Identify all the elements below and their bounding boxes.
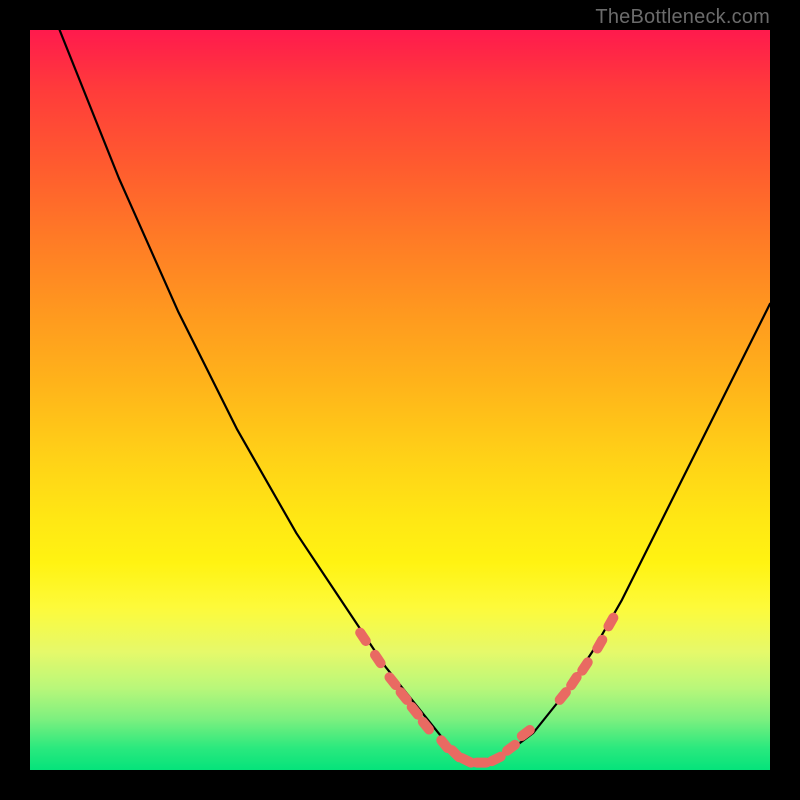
chart-svg [30,30,770,770]
credit-label: TheBottleneck.com [595,6,770,29]
bottleneck-curve [60,30,770,763]
chart-frame: TheBottleneck.com [0,0,800,800]
highlight-marker [515,723,537,743]
plot-area [30,30,770,770]
highlight-markers [353,611,620,770]
